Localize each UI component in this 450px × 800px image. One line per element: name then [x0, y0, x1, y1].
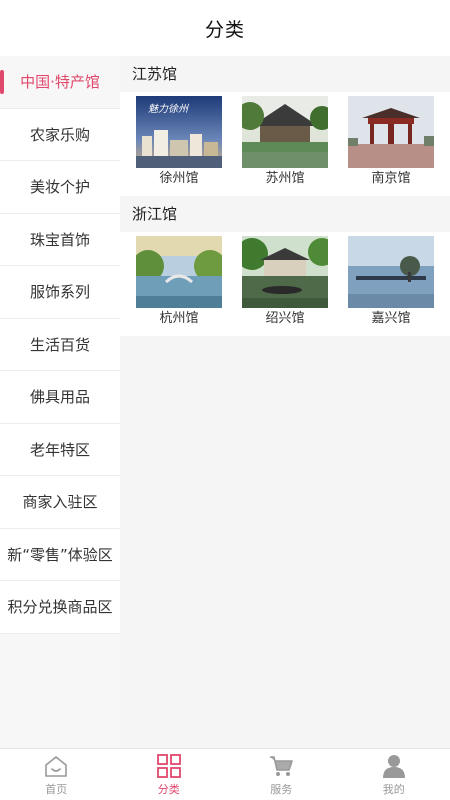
sidebar-item-points-exchange[interactable]: 积分兑换商品区: [0, 581, 120, 634]
user-icon: [382, 754, 405, 778]
section-grid-jiangsu: 魅力徐州 徐州馆 苏州馆 南京馆: [120, 92, 450, 196]
tab-label: 分类: [157, 782, 180, 796]
top-navigation-bar: 分类: [0, 0, 450, 56]
sidebar-item-new-retail[interactable]: 新“零售”体验区: [0, 528, 120, 581]
sidebar-item-label: 农家乐购: [29, 125, 90, 144]
suzhou-thumbnail: [242, 96, 328, 168]
pavilion-label: 嘉兴馆: [371, 311, 411, 326]
sidebar-item-label: 珠宝首饰: [29, 230, 90, 249]
section-grid-zhejiang: 杭州馆 绍兴馆 嘉兴馆: [120, 232, 450, 336]
sidebar-item-apparel[interactable]: 服饰系列: [0, 266, 120, 319]
pavilion-card-xuzhou[interactable]: 魅力徐州 徐州馆: [131, 96, 227, 188]
shaoxing-thumbnail: [242, 236, 328, 308]
tab-home[interactable]: 首页: [0, 749, 113, 800]
sidebar-item-label: 商家入驻区: [22, 493, 98, 512]
sidebar-item-china-specialty[interactable]: 中国·特产馆: [0, 56, 120, 109]
category-content: 江苏馆 魅力徐州 徐州馆 苏州馆 南京馆 浙江馆 杭州馆 绍兴馆 嘉兴馆: [120, 56, 450, 748]
pavilion-label: 绍兴馆: [265, 311, 305, 326]
pavilion-label: 杭州馆: [159, 311, 199, 326]
hangzhou-thumbnail: [136, 236, 222, 308]
sidebar-item-label: 新“零售”体验区: [7, 545, 113, 564]
sidebar-item-label: 老年特区: [29, 440, 90, 459]
sidebar-item-merchant-entry[interactable]: 商家入驻区: [0, 476, 120, 529]
tab-category[interactable]: 分类: [113, 749, 226, 800]
pavilion-card-nanjing[interactable]: 南京馆: [343, 96, 439, 188]
sidebar-item-jewelry[interactable]: 珠宝首饰: [0, 213, 120, 266]
pavilion-label: 苏州馆: [265, 171, 305, 186]
tab-mine[interactable]: 我的: [338, 749, 450, 800]
sidebar-item-label: 美妆个护: [29, 178, 90, 197]
jiaxing-thumbnail: [348, 236, 434, 308]
tab-label: 首页: [45, 782, 68, 796]
section-title-zhejiang: 浙江馆: [120, 196, 450, 232]
page-title: 分类: [204, 18, 245, 41]
pavilion-label: 徐州馆: [159, 171, 199, 186]
home-icon: [45, 755, 68, 777]
category-sidebar[interactable]: 中国·特产馆 农家乐购 美妆个护 珠宝首饰 服饰系列 生活百货 佛具用品 老年特…: [0, 56, 120, 748]
bottom-tab-bar: 首页 分类 服务 我的: [0, 748, 450, 800]
section-title-jiangsu: 江苏馆: [120, 56, 450, 92]
pavilion-card-hangzhou[interactable]: 杭州馆: [131, 236, 227, 328]
category-body: 中国·特产馆 农家乐购 美妆个护 珠宝首饰 服饰系列 生活百货 佛具用品 老年特…: [0, 56, 450, 748]
sidebar-item-daily-goods[interactable]: 生活百货: [0, 318, 120, 371]
sidebar-item-label: 生活百货: [29, 335, 90, 354]
pavilion-card-jiaxing[interactable]: 嘉兴馆: [343, 236, 439, 328]
thumbnail-caption: 魅力徐州: [148, 103, 190, 115]
tab-service[interactable]: 服务: [225, 749, 338, 800]
tab-label: 服务: [270, 782, 293, 796]
pavilion-label: 南京馆: [371, 171, 411, 186]
pavilion-card-suzhou[interactable]: 苏州馆: [237, 96, 333, 188]
sidebar-item-beauty[interactable]: 美妆个护: [0, 161, 120, 214]
xuzhou-thumbnail: 魅力徐州: [136, 96, 222, 168]
sidebar-item-label: 服饰系列: [29, 283, 90, 302]
nanjing-thumbnail: [348, 96, 434, 168]
sidebar-item-label: 中国·特产馆: [20, 73, 100, 92]
sidebar-item-label: 积分兑换商品区: [7, 598, 113, 617]
category-icon: [156, 753, 181, 778]
sidebar-item-label: 佛具用品: [29, 388, 90, 407]
tab-label: 我的: [382, 782, 405, 796]
sidebar-item-farm[interactable]: 农家乐购: [0, 108, 120, 161]
sidebar-item-buddhist-supplies[interactable]: 佛具用品: [0, 371, 120, 424]
cart-icon: [270, 755, 294, 776]
pavilion-card-shaoxing[interactable]: 绍兴馆: [237, 236, 333, 328]
sidebar-item-senior-zone[interactable]: 老年特区: [0, 423, 120, 476]
